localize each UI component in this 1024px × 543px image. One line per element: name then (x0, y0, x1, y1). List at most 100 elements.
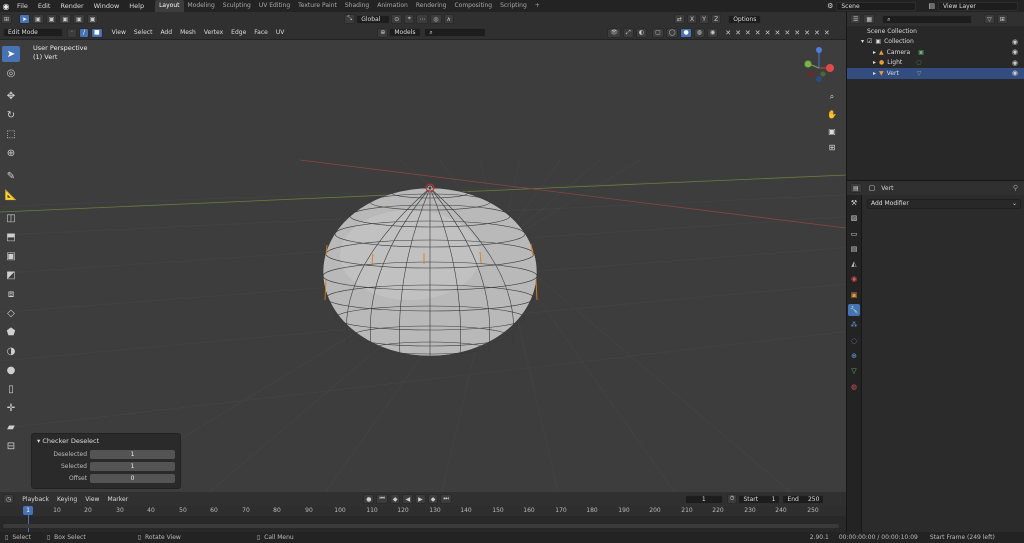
outliner-editor-type-icon[interactable]: ☰ (850, 14, 862, 24)
snap-icon[interactable]: ⌖ (404, 14, 415, 24)
menu-mesh[interactable]: Mesh (176, 29, 200, 36)
poly-build-tool-icon[interactable]: ⬟ (2, 324, 20, 340)
tab-modeling[interactable]: Modeling (184, 0, 219, 12)
bevel-tool-icon[interactable]: ◩ (2, 267, 20, 283)
material-properties-icon[interactable]: ◍ (848, 381, 860, 393)
menu-render[interactable]: Render (55, 0, 88, 12)
operator-panel-title[interactable]: ▾ Checker Deselect (32, 434, 180, 448)
properties-editor-type-icon[interactable]: ▤ (850, 183, 862, 193)
checkbox-icon[interactable]: ☑ (867, 38, 872, 45)
outliner-row-camera[interactable]: ▸ ▲ Camera ▣ ◉ (847, 47, 1024, 58)
menu-marker[interactable]: Marker (103, 496, 132, 503)
snap-target-selector-icon[interactable]: ⊕ (377, 27, 389, 38)
next-key-icon[interactable]: ◆ (427, 494, 439, 504)
add-cube-tool-icon[interactable]: ◫ (2, 210, 20, 226)
end-frame-field[interactable]: End 250 (782, 494, 825, 504)
filter-icon[interactable]: ▽ (984, 14, 995, 24)
tab-scripting[interactable]: Scripting (496, 0, 531, 12)
menu-vertex[interactable]: Vertex (200, 29, 227, 36)
world-properties-icon[interactable]: ◉ (848, 273, 860, 285)
menu-face[interactable]: Face (250, 29, 272, 36)
eye-icon[interactable]: ◉ (1012, 59, 1018, 67)
scale-tool-icon[interactable]: ⬚ (2, 126, 20, 142)
output-properties-icon[interactable]: ▭ (848, 228, 860, 240)
orientation-dropdown[interactable]: Global (356, 14, 391, 24)
playhead[interactable]: 1 (23, 506, 33, 515)
select-intersect-mode-icon[interactable]: ▣ (86, 14, 99, 24)
xray-icon[interactable]: ▢ (652, 27, 664, 38)
timeline-ruler[interactable]: 10 20 30 40 50 60 70 80 90 100 110 120 1… (0, 506, 846, 516)
timeline-editor-type-icon[interactable]: ◷ (3, 494, 15, 504)
eye-icon[interactable]: ◉ (1012, 38, 1018, 46)
tab-shading[interactable]: Shading (341, 0, 373, 12)
pin-icon[interactable]: ⚲ (1013, 184, 1018, 192)
view-layer-field[interactable]: View Layer (938, 1, 1018, 11)
display-mode-icon[interactable]: ▦ (863, 14, 876, 24)
rotate-tool-icon[interactable]: ↻ (2, 107, 20, 123)
editor-type-icon[interactable]: ⊞ (1, 14, 13, 24)
rip-tool-icon[interactable]: ⊟ (2, 438, 20, 454)
particles-properties-icon[interactable]: ⁂ (848, 319, 860, 331)
blender-logo-icon[interactable]: ◉ (0, 0, 12, 12)
spin-tool-icon[interactable]: ◑ (2, 343, 20, 359)
outliner-row-light[interactable]: ▸ ● Light ◌ ◉ (847, 58, 1024, 69)
menu-playback[interactable]: Playback (18, 496, 53, 503)
shrink-fatten-tool-icon[interactable]: ✛ (2, 400, 20, 416)
camera-view-icon[interactable]: ▣ (825, 124, 839, 138)
menu-edge[interactable]: Edge (227, 29, 250, 36)
axis-x-toggle[interactable]: X (686, 14, 698, 24)
data-properties-icon[interactable]: ▽ (848, 365, 860, 377)
object-properties-icon[interactable]: ▣ (848, 289, 860, 301)
prev-key-icon[interactable]: ◆ (389, 494, 401, 504)
menu-window[interactable]: Window (89, 0, 125, 12)
outliner-row-collection[interactable]: ▾ ☑ ▣ Collection ◉ (847, 37, 1024, 48)
tool-properties-icon[interactable]: ⚒ (848, 197, 860, 209)
outliner-row-vert[interactable]: ▸ ▼ Vert ▽ ◉ (847, 68, 1024, 79)
tab-animation[interactable]: Animation (373, 0, 412, 12)
tab-compositing[interactable]: Compositing (450, 0, 496, 12)
tab-uv-editing[interactable]: UV Editing (255, 0, 294, 12)
menu-keying[interactable]: Keying (53, 496, 81, 503)
current-frame-field[interactable]: 1 (684, 494, 723, 504)
smooth-tool-icon[interactable]: ● (2, 362, 20, 378)
menu-uv[interactable]: UV (272, 29, 289, 36)
falloff-icon[interactable]: ∧ (443, 14, 454, 24)
3d-viewport[interactable]: User Perspective (1) Vert ⌕ ✋ ▣ ⊞ ➤ ◎ ✥ … (0, 40, 846, 492)
deselected-field[interactable]: 1 (90, 450, 175, 459)
vertex-select-icon[interactable]: · (67, 27, 77, 38)
overlay-icon[interactable]: ◐ (635, 27, 648, 38)
snap-target-icon[interactable]: ⋯ (416, 14, 429, 24)
eye-icon[interactable]: ◉ (1012, 48, 1018, 56)
menu-file[interactable]: File (12, 0, 33, 12)
viewport-search-field[interactable]: ⌕ (424, 28, 487, 37)
physics-properties-icon[interactable]: ◌ (848, 335, 860, 347)
loop-cut-tool-icon[interactable]: ⧈ (2, 286, 20, 302)
timeline-scrollbar[interactable] (3, 524, 839, 528)
edge-slide-tool-icon[interactable]: ▯ (2, 381, 20, 397)
menu-select[interactable]: Select (130, 29, 157, 36)
menu-view[interactable]: View (108, 29, 130, 36)
offset-field[interactable]: 0 (90, 474, 175, 483)
snap-target-dropdown[interactable]: Models (389, 28, 422, 37)
proportional-edit-icon[interactable]: ◎ (430, 14, 442, 24)
start-frame-field[interactable]: Start 1 (738, 494, 781, 504)
scene-field[interactable]: Scene (836, 1, 917, 11)
menu-add[interactable]: Add (156, 29, 176, 36)
measure-tool-icon[interactable]: 📐 (2, 187, 20, 203)
move-tool-icon[interactable]: ✥ (2, 88, 20, 104)
options-dropdown[interactable]: Options (728, 14, 762, 24)
scene-properties-icon[interactable]: ◭ (848, 258, 860, 270)
annotate-tool-icon[interactable]: ✎ (2, 168, 20, 184)
outliner-row-scene-collection[interactable]: Scene Collection (847, 26, 1024, 37)
axis-y-toggle[interactable]: Y (699, 14, 710, 24)
play-reverse-icon[interactable]: ◀ (402, 494, 414, 504)
menu-help[interactable]: Help (124, 0, 149, 12)
select-extend-mode-icon[interactable]: ▣ (45, 14, 58, 24)
select-tool-icon[interactable]: ➤ (2, 46, 20, 62)
add-modifier-dropdown[interactable]: Add Modifier ⌄ (867, 199, 1021, 209)
tab-sculpting[interactable]: Sculpting (219, 0, 255, 12)
mode-dropdown[interactable]: Edit Mode (3, 28, 63, 37)
add-workspace-button[interactable]: + (531, 0, 544, 12)
modifier-properties-icon[interactable]: 🔧 (848, 304, 860, 317)
outliner-search-field[interactable]: ⌕ (882, 14, 973, 24)
